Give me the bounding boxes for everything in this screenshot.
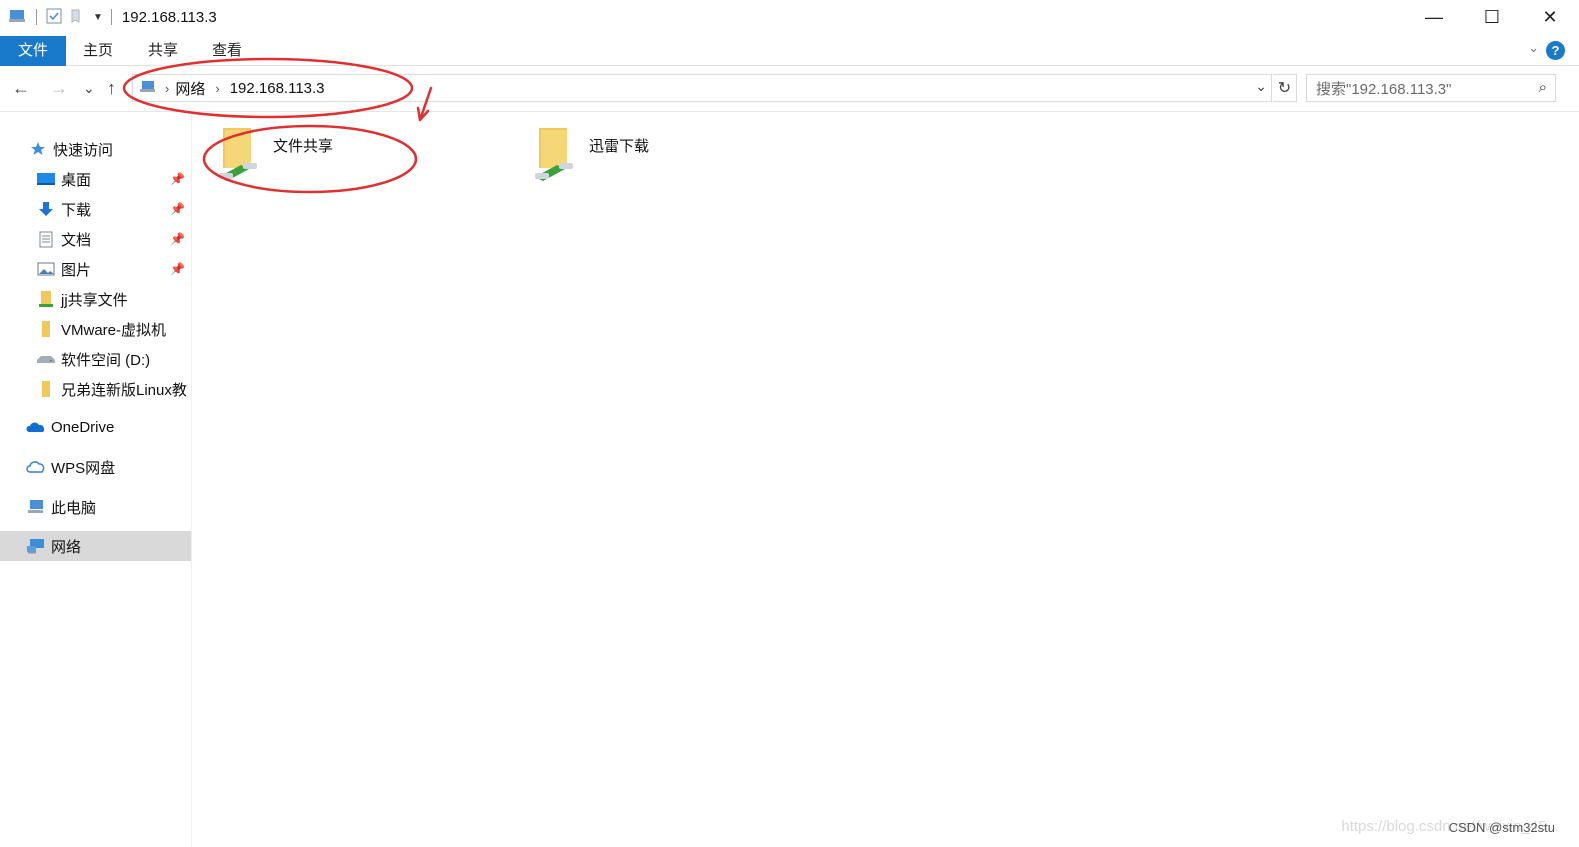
network-share-folder-icon bbox=[215, 125, 265, 188]
search-icon[interactable]: ⌕ bbox=[1539, 79, 1547, 96]
search-placeholder: 搜索"192.168.113.3" bbox=[1316, 80, 1452, 98]
toolbar-separator bbox=[110, 9, 112, 25]
item-label: 文件共享 bbox=[273, 138, 334, 155]
sidebar-item-jj-shared[interactable]: jj共享文件 bbox=[0, 284, 191, 314]
ribbon-expand-icon[interactable]: ⌄ bbox=[1528, 40, 1539, 56]
onedrive-icon bbox=[26, 418, 46, 436]
list-item-xunlei-download[interactable]: 迅雷下载 bbox=[531, 125, 649, 188]
new-folder-icon[interactable] bbox=[69, 7, 87, 28]
folder-icon bbox=[36, 320, 56, 338]
network-icon bbox=[139, 79, 157, 98]
tab-share[interactable]: 共享 bbox=[148, 36, 178, 66]
help-button[interactable]: ? bbox=[1546, 41, 1565, 60]
back-button[interactable]: ← bbox=[12, 78, 30, 99]
refresh-icon: ↻ bbox=[1277, 80, 1292, 97]
list-item-file-share[interactable]: 文件共享 bbox=[215, 125, 333, 188]
title-bar: ▼ 192.168.113.3 — ☐ ✕ bbox=[0, 0, 1579, 34]
sidebar-item-network[interactable]: 网络 bbox=[0, 531, 191, 561]
document-icon bbox=[36, 230, 56, 248]
desktop-icon bbox=[36, 170, 56, 188]
minimize-button[interactable]: — bbox=[1405, 0, 1463, 34]
sidebar-item-this-pc[interactable]: 此电脑 bbox=[0, 492, 191, 522]
sidebar-item-onedrive[interactable]: OneDrive bbox=[0, 412, 191, 442]
item-label: 迅雷下载 bbox=[589, 138, 650, 155]
pin-icon[interactable]: 📌 bbox=[170, 202, 185, 216]
explorer-app-icon[interactable] bbox=[8, 7, 28, 28]
tab-file[interactable]: 文件 bbox=[0, 36, 66, 66]
picture-icon bbox=[36, 260, 56, 278]
file-list-view: 文件共享 迅雷下载 bbox=[193, 113, 1579, 847]
pin-icon[interactable]: 📌 bbox=[170, 262, 185, 276]
sidebar-item-desktop[interactable]: 桌面 📌 bbox=[0, 164, 191, 194]
breadcrumb-host[interactable]: 192.168.113.3 bbox=[230, 80, 325, 97]
breadcrumb-chevron-icon[interactable]: › bbox=[215, 81, 219, 96]
window-controls: — ☐ ✕ bbox=[1405, 0, 1579, 34]
computer-icon bbox=[26, 498, 46, 516]
close-button[interactable]: ✕ bbox=[1521, 0, 1579, 34]
up-button[interactable]: ↑ bbox=[107, 78, 116, 99]
star-icon bbox=[28, 140, 48, 158]
watermark-credit: CSDN @stm32stu bbox=[1448, 820, 1555, 835]
quick-access-toolbar: ▼ bbox=[0, 7, 114, 28]
sidebar-item-wps-drive[interactable]: WPS网盘 bbox=[0, 452, 191, 482]
navigation-bar: ← → ⌄ ↑ › 网络 › 192.168.113.3 ⌄ ↻ 搜索"192.… bbox=[0, 66, 1579, 112]
tab-view[interactable]: 查看 bbox=[212, 36, 242, 66]
toolbar-separator bbox=[36, 9, 37, 25]
sidebar-item-quick-access[interactable]: 快速访问 bbox=[0, 134, 191, 164]
ribbon-tabs: 文件 主页 共享 查看 ⌄ ? bbox=[0, 36, 1579, 66]
tab-home[interactable]: 主页 bbox=[83, 36, 113, 66]
forward-button[interactable]: → bbox=[50, 78, 68, 99]
download-icon bbox=[36, 200, 56, 218]
recent-locations-button[interactable]: ⌄ bbox=[83, 80, 95, 97]
refresh-button[interactable]: ↻ bbox=[1273, 74, 1297, 102]
cloud-icon bbox=[26, 458, 46, 476]
maximize-button[interactable]: ☐ bbox=[1463, 0, 1521, 34]
sidebar-item-downloads[interactable]: 下载 📌 bbox=[0, 194, 191, 224]
sidebar-item-pictures[interactable]: 图片 📌 bbox=[0, 254, 191, 284]
breadcrumb-chevron-icon[interactable]: › bbox=[165, 81, 169, 96]
address-bar[interactable]: › 网络 › 192.168.113.3 ⌄ bbox=[132, 74, 1272, 102]
address-dropdown-icon[interactable]: ⌄ bbox=[1255, 78, 1267, 95]
sidebar-item-vmware[interactable]: VMware-虚拟机 bbox=[0, 314, 191, 344]
network-share-folder-icon bbox=[531, 125, 581, 188]
drive-icon bbox=[36, 350, 56, 368]
shared-folder-icon bbox=[36, 290, 56, 308]
pin-icon[interactable]: 📌 bbox=[170, 172, 185, 186]
sidebar-item-documents[interactable]: 文档 📌 bbox=[0, 224, 191, 254]
customize-toolbar-dropdown-icon[interactable]: ▼ bbox=[93, 12, 103, 23]
sidebar-item-linux-course[interactable]: 兄弟连新版Linux教 bbox=[0, 374, 191, 404]
search-box[interactable]: 搜索"192.168.113.3" ⌕ bbox=[1306, 74, 1556, 102]
folder-icon bbox=[36, 380, 56, 398]
pin-icon[interactable]: 📌 bbox=[170, 232, 185, 246]
sidebar-item-drive-d[interactable]: 软件空间 (D:) bbox=[0, 344, 191, 374]
navigation-pane: 快速访问 桌面 📌 下载 📌 文档 📌 图片 📌 jj共享文件 VMware-虚… bbox=[0, 113, 192, 847]
breadcrumb-network[interactable]: 网络 bbox=[175, 78, 205, 99]
properties-icon[interactable] bbox=[45, 7, 63, 28]
window-title: 192.168.113.3 bbox=[121, 8, 217, 26]
network-icon bbox=[26, 537, 46, 555]
